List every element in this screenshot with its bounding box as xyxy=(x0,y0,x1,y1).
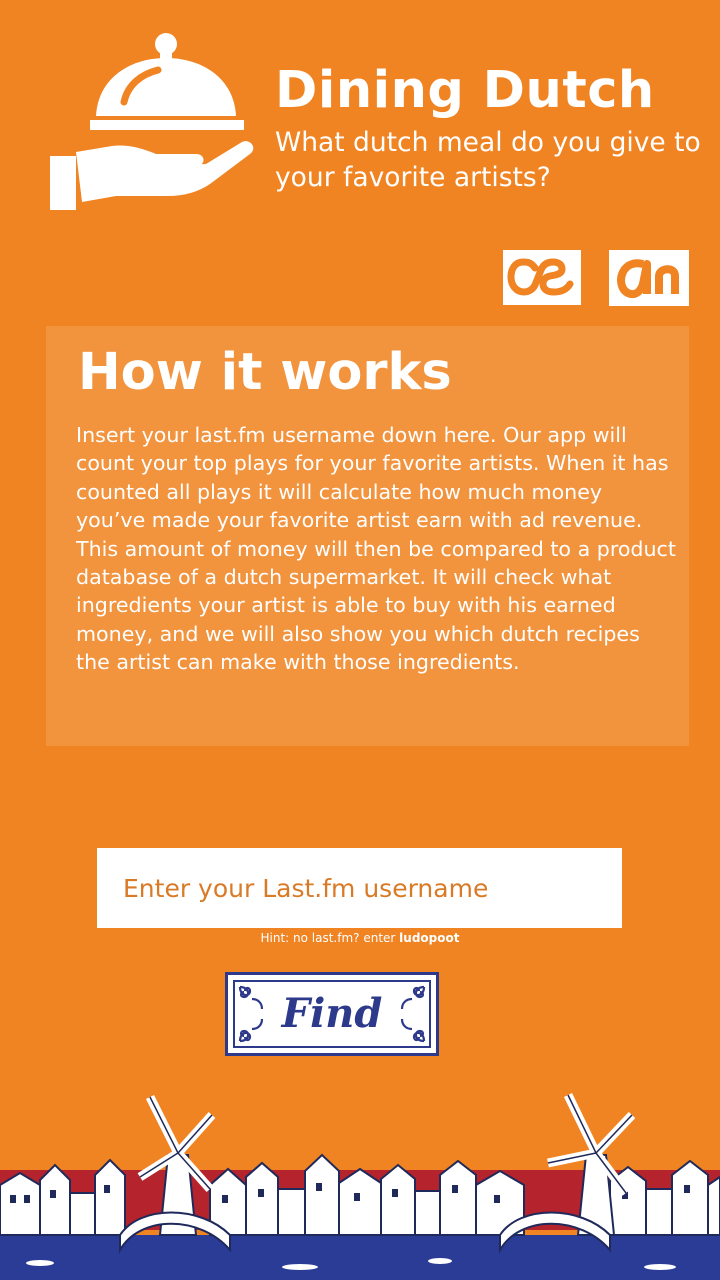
albert-heijn-logo[interactable] xyxy=(609,250,689,306)
how-it-works-panel: How it works Insert your last.fm usernam… xyxy=(46,326,689,746)
app-subtitle: What dutch meal do you give to your favo… xyxy=(275,127,701,193)
hint-text: Hint: no last.fm? enter ludopoot xyxy=(0,930,720,946)
dutch-skyline-windmills-illustration xyxy=(0,1093,720,1280)
how-it-works-heading: How it works xyxy=(78,343,452,402)
lastfm-username-input[interactable] xyxy=(97,848,622,928)
how-it-works-text: Insert your last.fm username down here. … xyxy=(76,423,676,675)
cloche-hand-icon xyxy=(46,30,256,215)
app-title: Dining Dutch xyxy=(275,61,655,120)
hint-username: ludopoot xyxy=(399,931,460,945)
hint-prefix: Hint: no last.fm? enter xyxy=(260,931,400,945)
find-button[interactable]: Find xyxy=(225,972,439,1056)
find-button-label: Find xyxy=(281,990,383,1037)
lastfm-logo[interactable] xyxy=(503,250,581,305)
